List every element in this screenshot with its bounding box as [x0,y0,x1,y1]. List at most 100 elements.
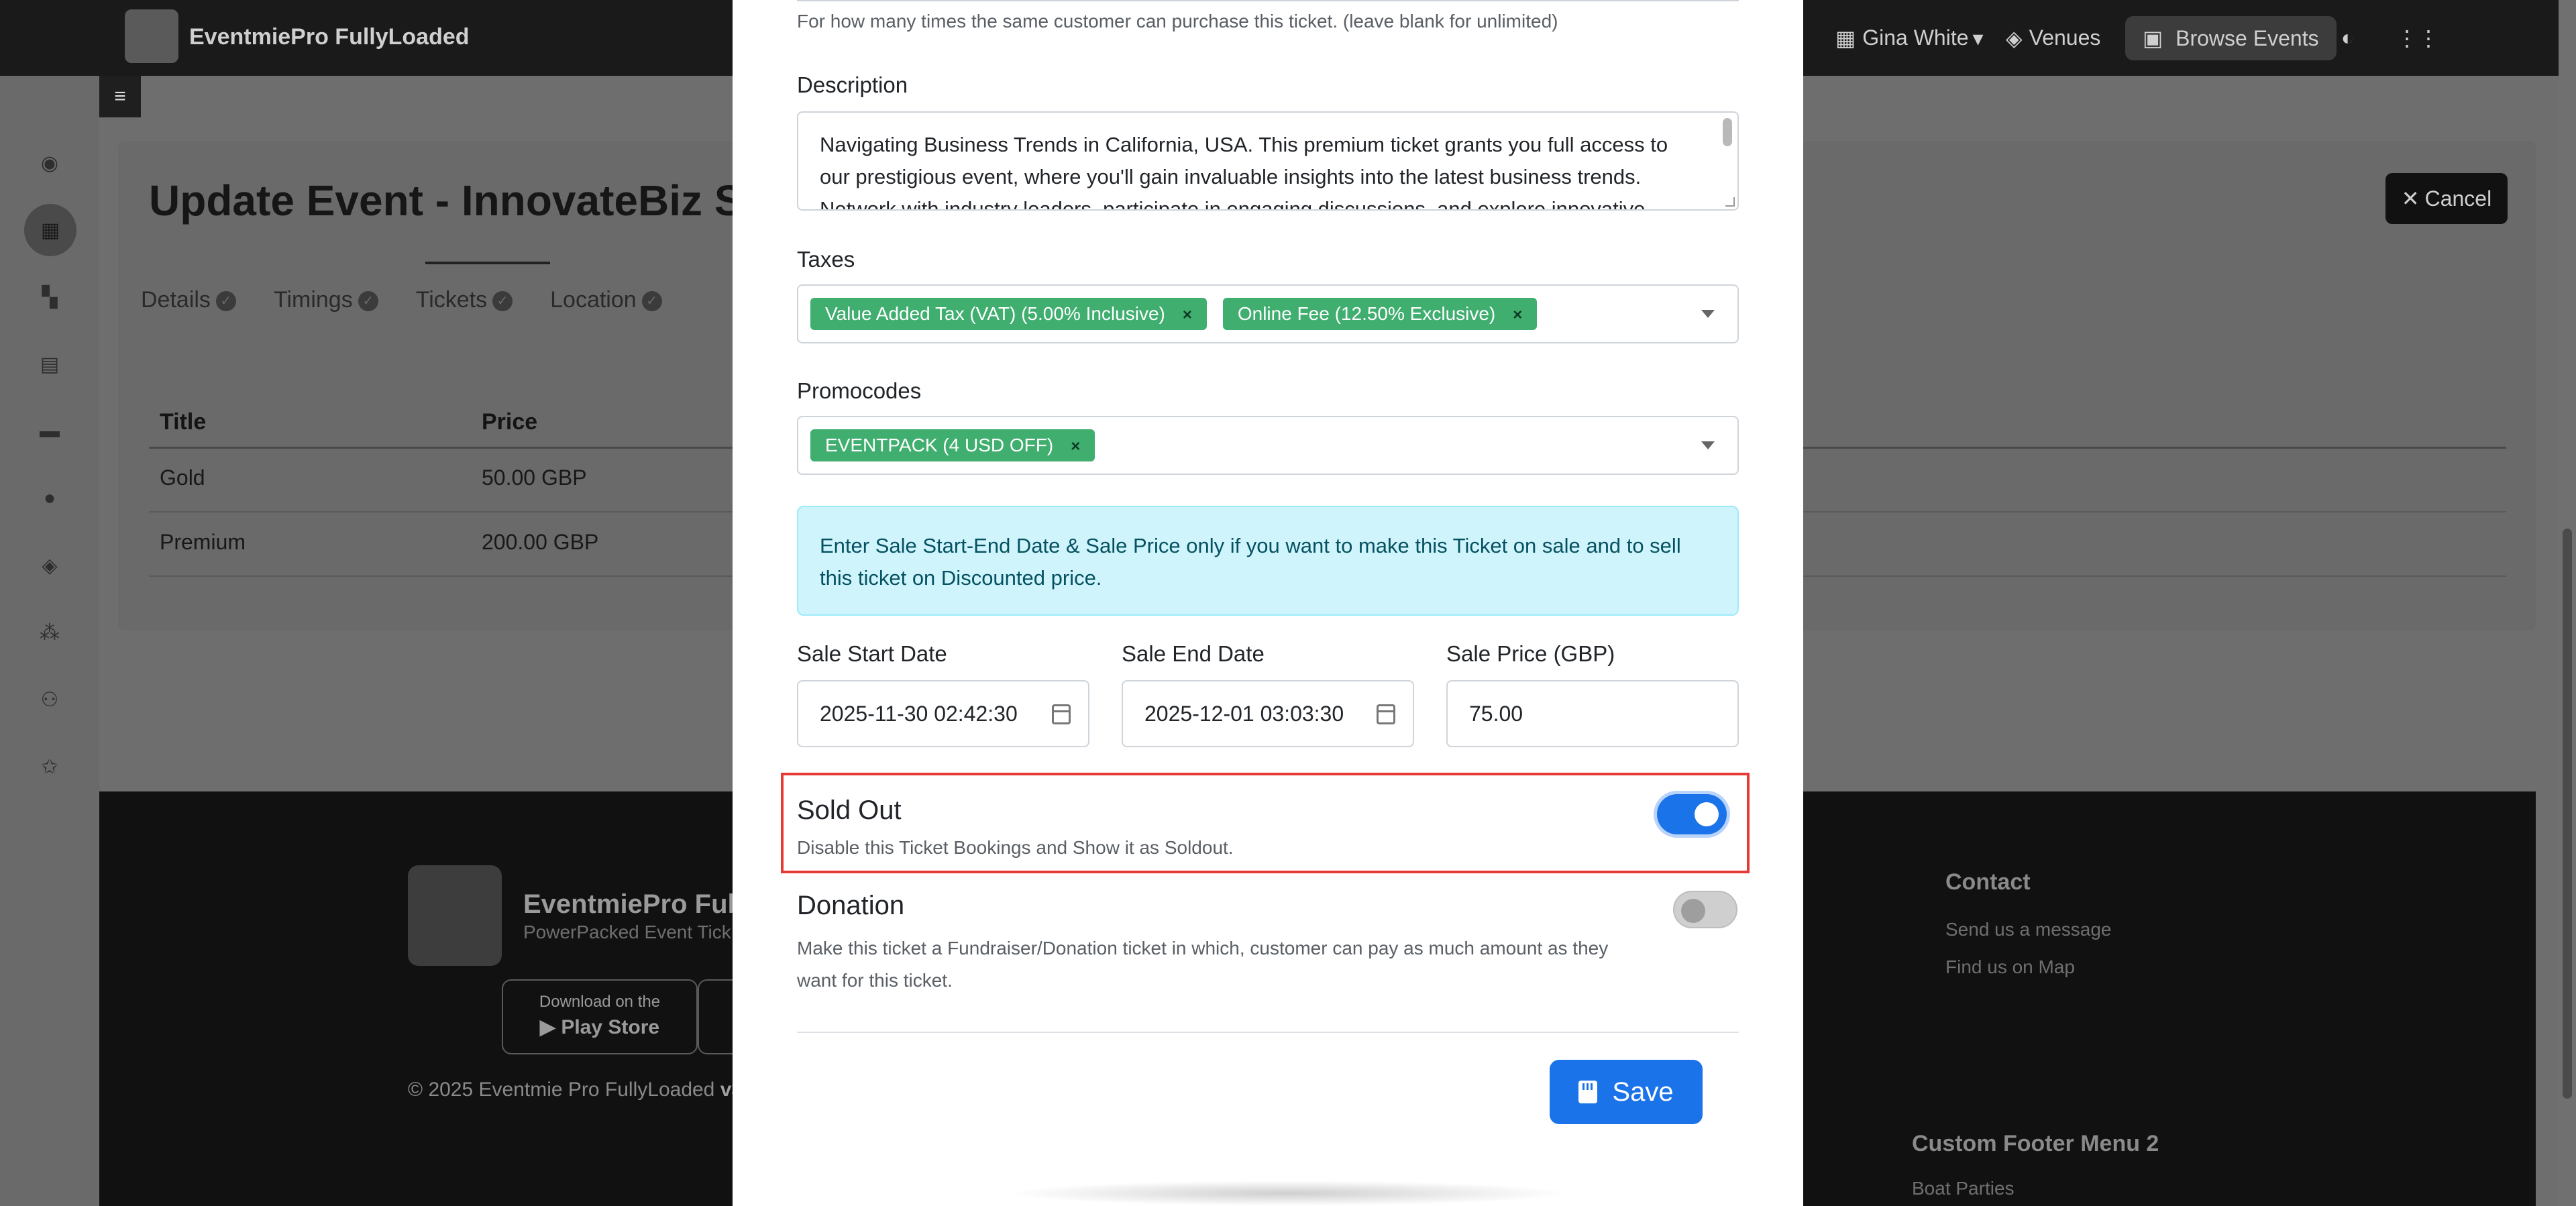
tax-chip-label: Value Added Tax (VAT) (5.00% Inclusive) [825,303,1165,324]
tickets-icon[interactable]: ▤ [31,345,68,383]
tax-chip: Value Added Tax (VAT) (5.00% Inclusive) × [810,298,1207,330]
sidebar-toggle-icon[interactable]: ≡ [99,76,141,117]
tab-timings-label: Timings [273,287,353,313]
active-tab-indicator [425,262,550,264]
map-icon: ◈ [2006,25,2023,50]
categories-icon[interactable]: ▚ [31,278,68,316]
page-scrollbar-thumb[interactable] [2563,529,2572,1099]
play-store-button[interactable]: Download on the ▶ Play Store [502,979,698,1054]
remove-chip-icon[interactable]: × [1183,306,1192,324]
sale-price-value: 75.00 [1469,701,1523,726]
sd-card-save-icon [1578,1081,1598,1103]
sale-info-alert: Enter Sale Start-End Date & Sale Price o… [797,506,1739,616]
sale-price-input[interactable]: 75.00 [1446,680,1739,747]
calendar-icon[interactable] [1052,704,1071,724]
chevron-down-icon[interactable] [1701,441,1715,449]
tab-tickets-label: Tickets [415,287,488,313]
nav-user-menu[interactable]: ▦ Gina White ▾ [1835,0,1984,76]
promocodes-select[interactable]: EVENTPACK (4 USD OFF) × [797,416,1739,475]
donation-title: Donation [797,891,905,920]
chevron-down-icon[interactable] [1701,310,1715,318]
remove-chip-icon[interactable]: × [1513,306,1522,324]
cancel-button[interactable]: ✕ Cancel [2385,173,2508,224]
check-circle-icon: ✓ [492,291,513,312]
footer-custom-menu-heading: Custom Footer Menu 2 [1912,1131,2159,1156]
footer-logo-icon [408,865,502,966]
sale-start-input[interactable]: 2025-11-30 02:42:30 [797,680,1089,747]
customer-limit-help: For how many times the same customer can… [797,11,1558,32]
sold-out-toggle[interactable] [1657,794,1727,834]
theme-toggle-icon[interactable]: ◐ [2341,0,2354,76]
customer-limit-input-edge[interactable] [797,0,1739,1]
sale-start-label: Sale Start Date [797,641,947,666]
nav-user-label: Gina White [1862,25,1969,50]
apps-grid-icon[interactable]: ⋮⋮ [2396,0,2439,76]
remove-chip-icon[interactable]: × [1071,437,1080,455]
nav-browse-events-label: Browse Events [2176,25,2319,50]
play-icon: ▶ [539,1016,561,1038]
modal-bottom-shadow [1006,1181,1570,1206]
dashboard-icon[interactable]: ◉ [31,144,68,182]
reviews-star-icon[interactable]: ✩ [31,748,68,785]
brand-name[interactable]: EventmiePro FullyLoaded [189,24,470,50]
footer-tagline: PowerPacked Event Tick [523,922,731,942]
app-store-button[interactable] [698,979,738,1054]
modal-footer-divider [797,1032,1739,1033]
sale-end-label: Sale End Date [1122,641,1265,666]
description-textarea[interactable]: Navigating Business Trends in California… [797,111,1739,211]
brand-logo-icon[interactable] [125,9,178,63]
chevron-down-icon: ▾ [1972,25,1984,50]
sale-price-label: Sale Price (GBP) [1446,641,1615,666]
footer-link-message[interactable]: Send us a message [1945,919,2112,940]
cancel-label: Cancel [2424,186,2492,211]
tab-details[interactable]: Details ✓ [141,287,236,313]
nav-browse-events[interactable]: ▣ Browse Events [2125,0,2337,76]
organisers-icon[interactable]: ⚇ [31,681,68,718]
store-button-small: Download on the [539,993,661,1011]
toggle-knob [1695,802,1719,826]
check-circle-icon: ✓ [358,291,378,312]
taxes-select[interactable]: Value Added Tax (VAT) (5.00% Inclusive) ×… [797,284,1739,343]
venues-map-icon[interactable]: ◈ [31,547,68,584]
ticket-edit-modal: For how many times the same customer can… [733,0,1803,1206]
tab-timings[interactable]: Timings ✓ [274,287,378,313]
promocode-chip: EVENTPACK (4 USD OFF) × [810,429,1095,461]
tax-chip: Online Fee (12.50% Exclusive) × [1222,298,1538,330]
nav-venues[interactable]: ◈ Venues [2006,0,2100,76]
toggle-knob [1681,899,1705,923]
event-tabs: Details ✓ Timings ✓ Tickets ✓ Location ✓ [141,287,662,313]
store-button-big: Play Store [561,1016,660,1038]
city-icon: ▦ [1835,25,1856,50]
sale-end-input[interactable]: 2025-12-01 03:03:30 [1122,680,1414,747]
description-text: Navigating Business Trends in California… [820,133,1668,211]
save-label: Save [1612,1077,1674,1107]
resize-grip-icon[interactable] [1725,197,1735,207]
sold-out-title: Sold Out [797,796,902,825]
tab-tickets[interactable]: Tickets ✓ [416,287,513,313]
table-header-price: Price [482,409,538,435]
table-cell-price: 200.00 GBP [482,530,599,554]
copyright-text: © 2025 Eventmie Pro FullyLoaded [408,1079,720,1101]
page-title: Update Event - InnovateBiz Su [149,176,769,225]
taxes-label: Taxes [797,247,855,272]
table-cell-title: Premium [160,530,246,554]
table-cell-title: Gold [160,465,205,490]
donation-help: Make this ticket a Fundraiser/Donation t… [797,938,1609,991]
save-button[interactable]: Save [1550,1060,1703,1124]
user-icon[interactable]: ● [31,480,68,517]
events-calendar-icon[interactable]: ▦ [24,204,76,256]
table-header-title: Title [160,409,207,435]
tab-location[interactable]: Location ✓ [550,287,662,313]
check-circle-icon: ✓ [641,291,662,312]
users-group-icon[interactable]: ⁂ [31,614,68,651]
footer-contact-heading: Contact [1945,869,2031,895]
textarea-scrollbar[interactable] [1723,118,1732,146]
description-label: Description [797,72,908,97]
donation-toggle[interactable] [1673,891,1737,928]
wallet-icon[interactable]: ▬ [31,413,68,450]
footer-link-boat-parties[interactable]: Boat Parties [1912,1178,2015,1199]
calendar-icon[interactable] [1377,704,1395,724]
footer-link-map[interactable]: Find us on Map [1945,956,2075,978]
copyright: © 2025 Eventmie Pro FullyLoaded v3 [408,1079,743,1101]
sold-out-help: Disable this Ticket Bookings and Show it… [797,837,1234,858]
